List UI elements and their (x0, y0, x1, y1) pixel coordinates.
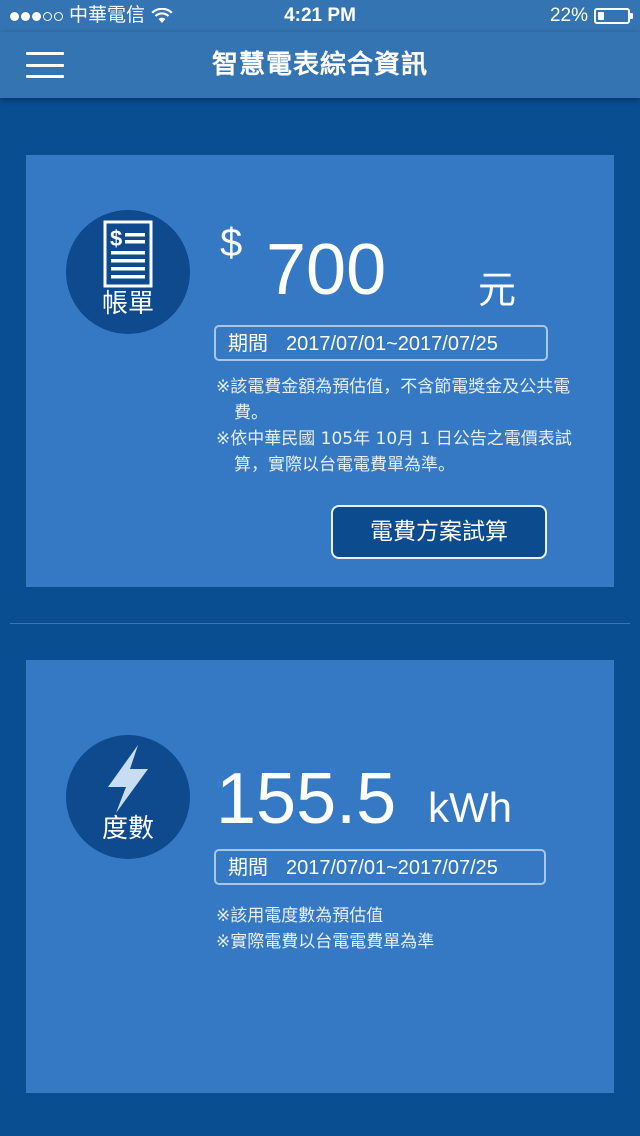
battery-fill (598, 12, 604, 20)
usage-unit: kWh (428, 784, 512, 831)
period-label: 期間 (228, 331, 268, 355)
status-bar-right: 22% (549, 0, 633, 32)
period-range: 2017/07/01~2017/07/25 (286, 333, 498, 355)
battery-percent: 22% (549, 5, 588, 26)
bill-icon-badge: $ 帳單 (66, 210, 190, 334)
usage-period: 期間 2017/07/01~2017/07/25 (214, 849, 546, 885)
status-bar: 中華電信 4:21 PM 22% (0, 0, 640, 32)
currency-symbol: $ (220, 221, 243, 265)
usage-value: 155.5 (216, 759, 397, 839)
app-screen: 中華電信 4:21 PM 22% 智慧電表綜合資訊 $ 帳單 $ 700 元 期… (0, 0, 640, 1136)
rate-plan-calc-button[interactable]: 電費方案試算 (331, 505, 547, 559)
lightning-bolt-icon (108, 745, 148, 813)
divider (10, 623, 630, 624)
usage-card: 度數 155.5 kWh 期間 2017/07/01~2017/07/25 ※該用… (26, 660, 614, 1093)
nav-bar: 智慧電表綜合資訊 (0, 32, 640, 98)
bill-note: ※該電費金額為預估值，不含節電獎金及公共電費。 (216, 377, 571, 423)
svg-text:$: $ (110, 226, 122, 251)
usage-note: ※實際電費以台電電費單為準 (216, 932, 435, 952)
bill-notes: ※該電費金額為預估值，不含節電獎金及公共電費。 ※依中華民國 105年 10月 … (216, 374, 576, 478)
bill-icon-label: 帳單 (101, 289, 154, 319)
usage-icon-label: 度數 (101, 814, 154, 844)
bill-note: ※依中華民國 105年 10月 1 日公告之電價表試算，實際以台電電費單為準。 (216, 429, 572, 475)
bill-amount-unit: 元 (478, 268, 517, 312)
usage-notes: ※該用電度數為預估值 ※實際電費以台電電費單為準 (216, 903, 576, 955)
battery-icon (594, 8, 633, 24)
period-range: 2017/07/01~2017/07/25 (286, 857, 498, 879)
bill-period: 期間 2017/07/01~2017/07/25 (214, 325, 548, 361)
bill-card: $ 帳單 $ 700 元 期間 2017/07/01~2017/07/25 ※該電… (26, 155, 614, 587)
bill-document-icon: $ (103, 220, 153, 288)
page-title: 智慧電表綜合資訊 (211, 50, 428, 80)
usage-note: ※該用電度數為預估值 (216, 906, 384, 926)
status-time: 4:21 PM (284, 5, 356, 26)
bill-amount: 700 (266, 230, 387, 310)
usage-icon-badge: 度數 (66, 735, 190, 859)
period-label: 期間 (228, 855, 268, 879)
